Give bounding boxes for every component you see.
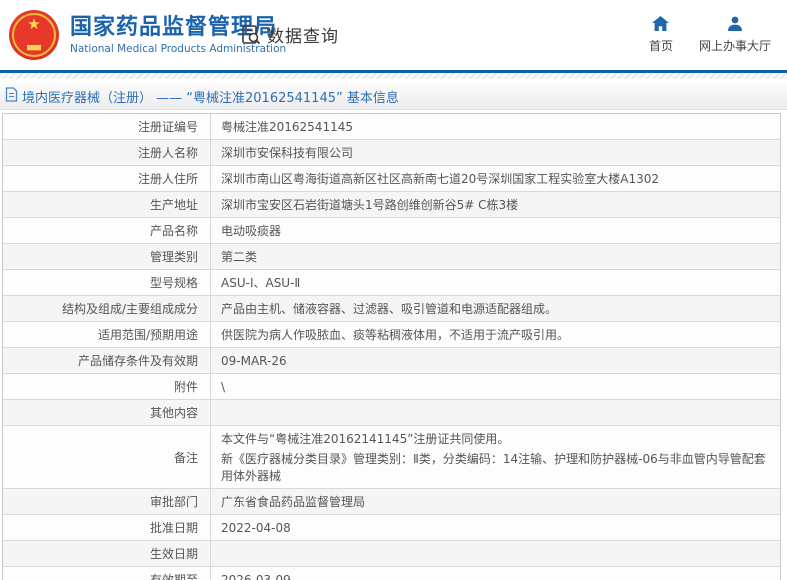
table-row: 审批部门广东省食品药品监督管理局 [3,489,780,515]
emblem-star-icon: ★ [9,17,59,32]
table-row: 其他内容 [3,400,780,426]
table-row: 生效日期 [3,541,780,567]
row-label: 审批部门 [3,489,211,514]
row-label: 产品名称 [3,218,211,243]
row-label: 结构及组成/主要组成成分 [3,296,211,321]
row-label: 产品储存条件及有效期 [3,348,211,373]
table-row: 结构及组成/主要组成成分产品由主机、储液容器、过滤器、吸引管道和电源适配器组成。 [3,296,780,322]
data-query-label: 数据查询 [267,22,339,47]
row-label: 注册人住所 [3,166,211,191]
home-icon [652,16,669,31]
row-label: 型号规格 [3,270,211,295]
table-row: 附件\ [3,374,780,400]
page-title: 境内医疗器械（注册） —— “粤械注准20162541145” 基本信息 [22,87,399,106]
row-value: 电动吸痰器 [211,218,780,243]
row-label: 有效期至 [3,567,211,580]
user-icon [727,16,743,31]
row-value: 2026-03-09 [211,567,780,580]
row-value: 粤械注准20162541145 [211,114,780,139]
row-value: 2022-04-08 [211,515,780,540]
row-label: 注册证编号 [3,114,211,139]
row-value-line: 新《医疗器械分类目录》管理类别：Ⅱ类，分类编码：14注输、护理和防护器械-06与… [221,450,770,484]
emblem-gate-icon: ▄▄ [21,41,47,51]
table-row: 产品储存条件及有效期09-MAR-26 [3,348,780,374]
table-row: 生产地址深圳市宝安区石岩街道塘头1号路创维创新谷5# C栋3楼 [3,192,780,218]
national-emblem-logo: ★ ▄▄ [9,10,59,60]
table-row: 注册人名称深圳市安保科技有限公司 [3,140,780,166]
row-value: 供医院为病人作吸脓血、痰等粘稠液体用，不适用于流产吸引用。 [211,322,780,347]
table-row: 产品名称电动吸痰器 [3,218,780,244]
table-row: 适用范围/预期用途供医院为病人作吸脓血、痰等粘稠液体用，不适用于流产吸引用。 [3,322,780,348]
table-row: 管理类别第二类 [3,244,780,270]
row-value: 广东省食品药品监督管理局 [211,489,780,514]
nav-service-hall-label: 网上办事大厅 [699,37,771,54]
row-value: \ [211,374,780,399]
hatch-strip [0,73,787,79]
row-value: 深圳市安保科技有限公司 [211,140,780,165]
row-value: 深圳市南山区粤海街道高新区社区高新南七道20号深圳国家工程实验室大楼A1302 [211,166,780,191]
row-label: 生产地址 [3,192,211,217]
row-label: 生效日期 [3,541,211,566]
row-value: 深圳市宝安区石岩街道塘头1号路创维创新谷5# C栋3楼 [211,192,780,217]
row-value [211,541,780,566]
document-icon [5,87,18,106]
row-label: 备注 [3,426,211,488]
row-value: ASU-Ⅰ、ASU-Ⅱ [211,270,780,295]
nav-home-label: 首页 [649,37,673,54]
row-value [211,400,780,425]
row-label: 附件 [3,374,211,399]
row-label: 其他内容 [3,400,211,425]
site-header: ★ ▄▄ 国家药品监督管理局 National Medical Products… [0,0,787,70]
data-query-icon [240,24,262,46]
row-value-line: 本文件与“粤械注准20162141145”注册证共同使用。 [221,430,509,447]
nav-service-hall[interactable]: 网上办事大厅 [699,16,771,54]
row-value: 第二类 [211,244,780,269]
info-table: 注册证编号粤械注准20162541145注册人名称深圳市安保科技有限公司注册人住… [2,113,781,580]
table-row: 批准日期2022-04-08 [3,515,780,541]
table-row: 备注本文件与“粤械注准20162141145”注册证共同使用。新《医疗器械分类目… [3,426,780,489]
row-value: 产品由主机、储液容器、过滤器、吸引管道和电源适配器组成。 [211,296,780,321]
row-label: 注册人名称 [3,140,211,165]
row-label: 管理类别 [3,244,211,269]
nav-home[interactable]: 首页 [649,16,673,54]
row-label: 适用范围/预期用途 [3,322,211,347]
table-row: 型号规格ASU-Ⅰ、ASU-Ⅱ [3,270,780,296]
row-label: 批准日期 [3,515,211,540]
row-value: 本文件与“粤械注准20162141145”注册证共同使用。新《医疗器械分类目录》… [211,426,780,488]
table-row: 注册人住所深圳市南山区粤海街道高新区社区高新南七道20号深圳国家工程实验室大楼A… [3,166,780,192]
data-query-section[interactable]: 数据查询 [240,22,339,47]
breadcrumb: 境内医疗器械（注册） —— “粤械注准20162541145” 基本信息 [0,83,787,110]
header-nav: 首页 网上办事大厅 [649,16,771,54]
table-row: 有效期至2026-03-09 [3,567,780,580]
row-value: 09-MAR-26 [211,348,780,373]
table-row: 注册证编号粤械注准20162541145 [3,114,780,140]
